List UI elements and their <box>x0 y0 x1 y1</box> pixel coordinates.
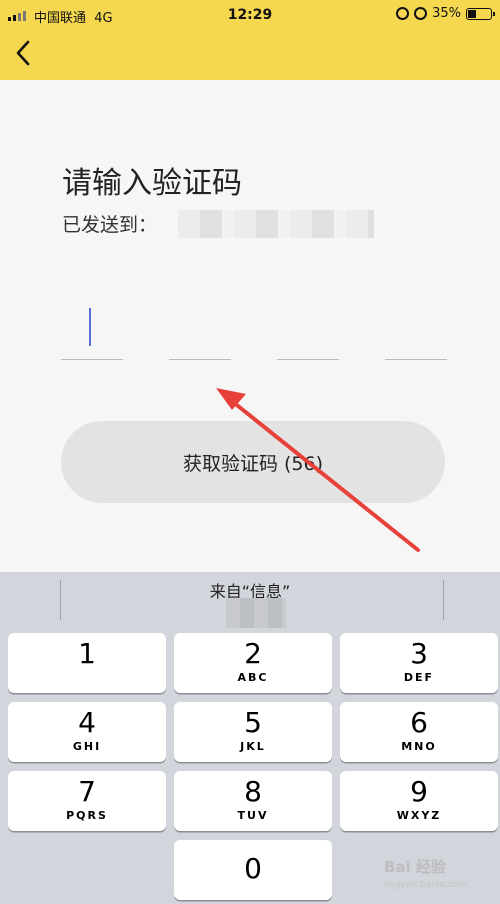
get-code-button[interactable]: 获取验证码 (56) <box>61 421 445 503</box>
key-9[interactable]: 9 WXYZ <box>340 771 498 831</box>
key-2[interactable]: 2 ABC <box>174 633 332 693</box>
alarm-icon <box>414 7 428 20</box>
rotation-lock-icon <box>396 7 410 20</box>
key-0[interactable]: 0 <box>174 840 332 900</box>
code-digit-input-3[interactable] <box>277 300 339 360</box>
key-8[interactable]: 8 TUV <box>174 771 332 831</box>
sent-to-label: 已发送到： <box>62 214 158 236</box>
header-bar: 中国联通 4G 12:29 35% <box>0 0 500 80</box>
key-4[interactable]: 4 GHI <box>8 702 166 762</box>
back-button[interactable] <box>10 38 40 68</box>
code-digit-input-2[interactable] <box>169 300 231 360</box>
watermark-logo: Bai 经验 <box>384 858 446 876</box>
key-1[interactable]: 1 <box>8 633 166 693</box>
chevron-left-icon <box>16 40 30 66</box>
key-3[interactable]: 3 DEF <box>340 633 498 693</box>
key-6[interactable]: 6 MNO <box>340 702 498 762</box>
quicktype-bar[interactable]: 来自“信息” <box>0 572 500 630</box>
page-title: 请输入验证码 <box>62 166 242 201</box>
blurred-phone-number <box>178 210 374 238</box>
autofill-code-suggestion[interactable] <box>226 598 286 628</box>
battery-icon <box>466 7 495 20</box>
battery-percent: 35% <box>432 6 461 21</box>
code-digit-input-4[interactable] <box>385 300 447 360</box>
watermark-url: jingyan.baidu.com <box>384 880 468 890</box>
text-cursor <box>89 308 91 346</box>
numeric-keyboard: 来自“信息” 1 2 ABC 3 DEF 4 GHI 5 JKL 6 MNO 7 PQRS … <box>0 572 500 904</box>
key-5[interactable]: 5 JKL <box>174 702 332 762</box>
status-bar: 中国联通 4G 12:29 35% <box>0 0 500 30</box>
key-7[interactable]: 7 PQRS <box>8 771 166 831</box>
code-digit-input-1[interactable] <box>61 300 123 360</box>
